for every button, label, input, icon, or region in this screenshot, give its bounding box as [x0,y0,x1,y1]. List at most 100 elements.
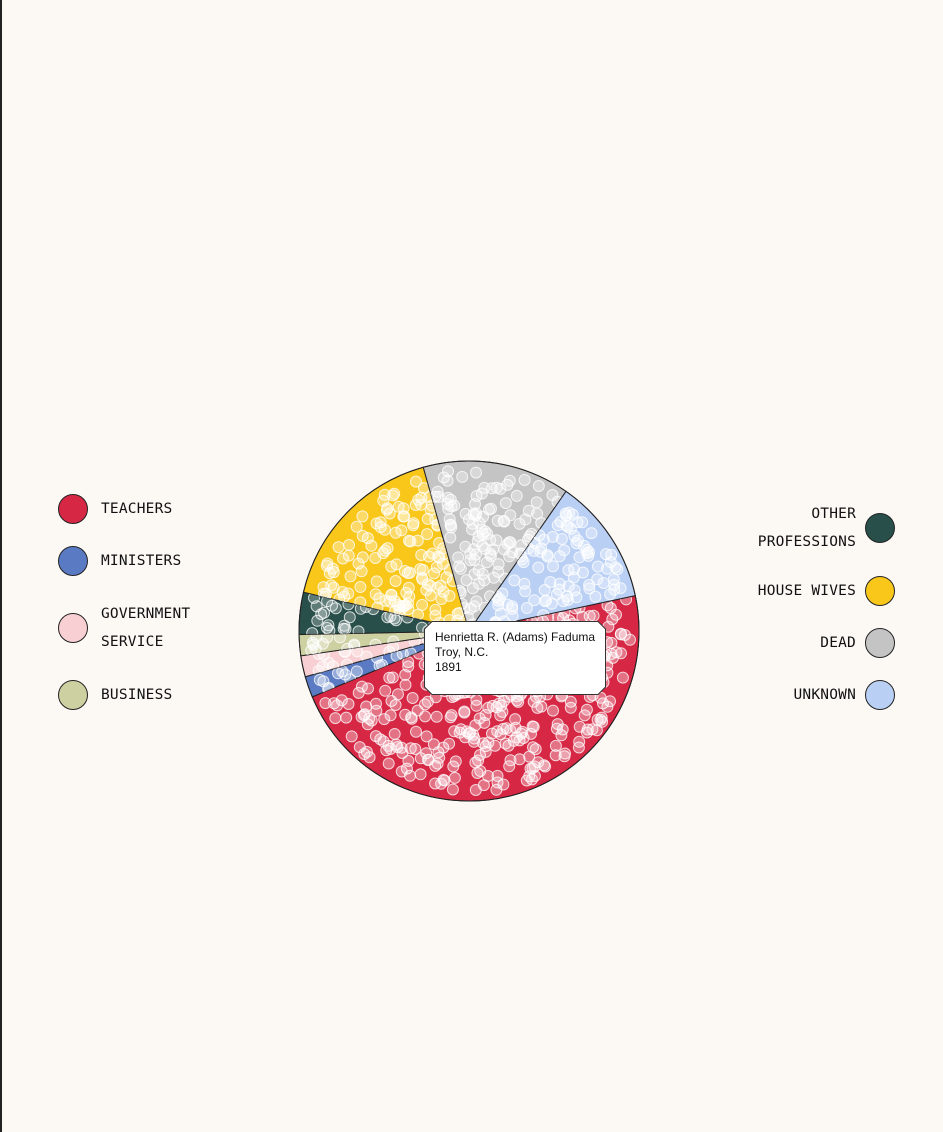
person-dot[interactable] [532,480,545,492]
person-dot[interactable] [329,712,342,725]
person-dot[interactable] [429,777,442,790]
person-dot[interactable] [378,523,391,536]
person-dot[interactable] [513,517,526,530]
person-dot[interactable] [576,566,589,579]
person-dot[interactable] [615,627,627,640]
legend-item-government-service[interactable]: Government Service [58,600,190,656]
person-dot[interactable] [605,636,618,649]
person-dot[interactable] [496,705,509,718]
person-dot[interactable] [463,513,475,526]
person-dot[interactable] [343,611,356,624]
person-dot[interactable] [475,487,488,500]
person-dot[interactable] [386,671,399,684]
person-dot[interactable] [571,516,584,529]
person-dot[interactable] [611,563,624,576]
person-dot[interactable] [318,606,330,619]
person-dot[interactable] [580,703,593,716]
person-dot[interactable] [389,699,402,711]
person-dot[interactable] [382,757,395,770]
person-dot[interactable] [549,749,562,762]
person-dot[interactable] [385,589,398,601]
person-dot[interactable] [546,489,559,501]
person-dot[interactable] [342,698,355,710]
person-dot[interactable] [317,581,330,594]
person-dot[interactable] [398,565,411,577]
person-dot[interactable] [581,547,594,560]
person-dot[interactable] [370,697,382,710]
person-dot[interactable] [583,579,596,591]
person-dot[interactable] [607,573,620,586]
person-dot[interactable] [397,502,410,515]
person-dot[interactable] [448,771,461,784]
person-dot[interactable] [474,765,487,777]
person-dot[interactable] [319,697,332,710]
person-dot[interactable] [561,520,574,533]
person-dot[interactable] [496,587,509,600]
person-dot[interactable] [555,533,568,545]
person-dot[interactable] [458,706,471,719]
person-dot[interactable] [443,589,456,602]
person-dot[interactable] [360,745,373,758]
person-dot[interactable] [503,536,516,549]
person-dot[interactable] [415,549,428,561]
person-dot[interactable] [340,711,353,724]
person-dot[interactable] [399,678,412,691]
person-dot[interactable] [406,692,419,704]
person-dot[interactable] [553,583,566,596]
person-dot[interactable] [456,470,469,483]
person-dot[interactable] [501,478,514,491]
person-dot[interactable] [497,722,510,735]
person-dot[interactable] [332,541,345,554]
person-dot[interactable] [432,550,445,563]
person-dot[interactable] [355,710,368,723]
person-dot[interactable] [470,466,482,479]
person-dot[interactable] [583,610,596,623]
person-dot[interactable] [313,673,326,686]
person-dot[interactable] [470,693,483,706]
person-dot[interactable] [572,741,585,754]
person-dot[interactable] [547,560,559,573]
person-dot[interactable] [483,503,495,516]
person-dot[interactable] [316,660,329,673]
person-dot[interactable] [530,496,543,509]
person-dot[interactable] [410,725,422,738]
person-dot[interactable] [499,497,512,510]
person-dot[interactable] [510,489,523,502]
person-dot[interactable] [399,708,412,721]
person-dot[interactable] [379,544,392,557]
person-dot[interactable] [492,599,505,612]
person-dot[interactable] [320,559,333,572]
person-dot[interactable] [468,554,481,566]
person-dot[interactable] [563,506,576,519]
person-dot[interactable] [337,622,350,635]
person-dot[interactable] [585,527,598,540]
person-dot[interactable] [539,760,552,773]
person-dot[interactable] [421,528,434,541]
person-dot[interactable] [605,548,618,561]
person-dot[interactable] [437,741,450,754]
person-dot[interactable] [396,747,409,759]
person-dot[interactable] [482,701,495,714]
person-dot[interactable] [345,730,358,743]
person-dot[interactable] [481,527,494,540]
person-dot[interactable] [453,726,466,739]
person-dot[interactable] [419,698,431,711]
person-dot[interactable] [392,688,404,701]
person-dot[interactable] [529,743,542,756]
person-dot[interactable] [520,774,533,787]
person-dot[interactable] [492,565,505,578]
person-dot[interactable] [388,728,401,740]
person-dot[interactable] [508,574,521,587]
person-dot[interactable] [447,760,460,773]
person-dot[interactable] [616,671,629,684]
person-dot[interactable] [564,701,577,714]
person-dot[interactable] [504,509,517,522]
person-dot[interactable] [547,704,559,717]
person-dot[interactable] [469,719,482,732]
person-dot[interactable] [444,711,457,724]
person-dot[interactable] [444,519,457,532]
person-dot[interactable] [404,535,417,548]
person-dot[interactable] [528,594,541,607]
person-dot[interactable] [497,778,510,791]
legend-item-dead[interactable]: Dead [820,628,895,658]
